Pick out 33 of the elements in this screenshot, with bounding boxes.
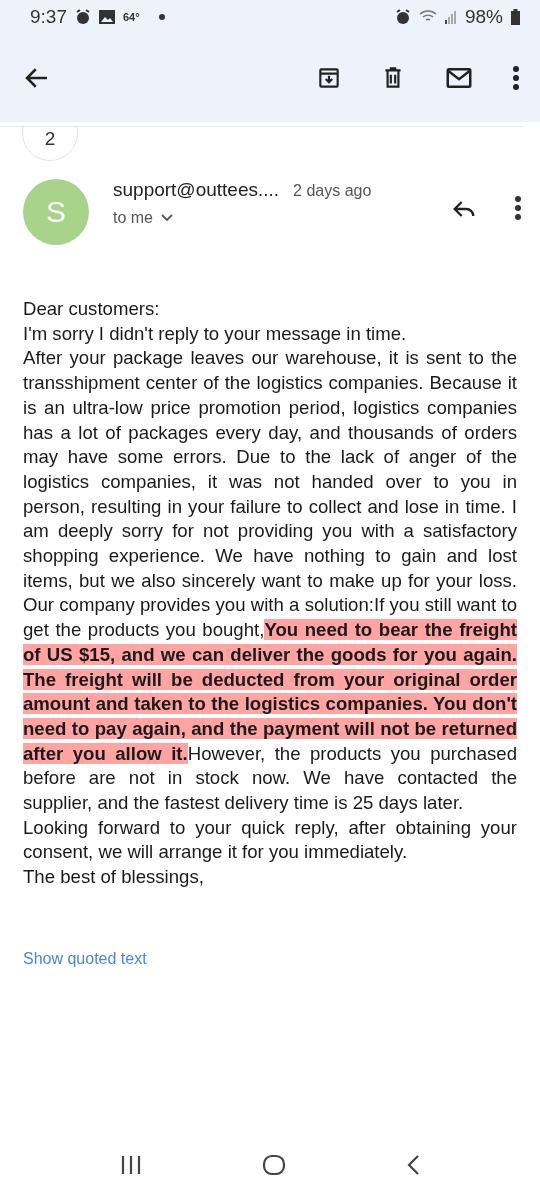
- message-paragraph: Dear customers:: [23, 297, 161, 321]
- archive-icon: [316, 65, 342, 91]
- chevron-left-icon: [406, 1154, 420, 1176]
- notification-dot-icon: [157, 13, 166, 21]
- back-nav-button[interactable]: [406, 1154, 420, 1176]
- home-icon: [262, 1154, 286, 1176]
- battery-percentage: 98%: [464, 6, 503, 28]
- battery-icon: [511, 9, 520, 25]
- temperature: 64°: [123, 11, 140, 23]
- message-paragraph: Looking forward to your quick reply, after obtaining your consent, we will arrange it for you immediately.: [23, 815, 517, 865]
- home-button[interactable]: [262, 1154, 286, 1176]
- collapsed-messages-count[interactable]: 2: [22, 127, 78, 161]
- alarm-icon: [75, 9, 91, 25]
- image-icon: [99, 10, 115, 24]
- clock-time: 9:37: [30, 6, 67, 28]
- more-icon: [514, 195, 522, 221]
- recent-apps-button[interactable]: [120, 1155, 142, 1175]
- recipient-details-toggle[interactable]: to me: [113, 209, 372, 227]
- message-more-button[interactable]: [514, 195, 522, 221]
- alarm-icon: [394, 9, 411, 25]
- message-paragraph: I'm sorry I didn't reply to your message in time.: [23, 321, 408, 346]
- recent-apps-icon: [120, 1155, 142, 1175]
- show-quoted-text-link[interactable]: Show quoted text: [23, 949, 147, 968]
- sender-name: support@outtees....: [113, 179, 280, 201]
- more-icon: [512, 65, 520, 91]
- more-button[interactable]: [512, 65, 520, 91]
- archive-button[interactable]: [316, 65, 342, 91]
- message-paragraph: After your package leaves our warehouse, it is sent to the transshipment center of the logistics companies. Because it is an ultra-low price promotion period, logistics companies has a lot of packages every day, and thousands of orders may have some errors. Due to the lack of anger of the logistics companies, it was not handed over to you in person, resulting in your failure to collect and lose in time. I am deeply sorry for not providing you with a satisfactory shopping experience. We have nothing to gain and lost items, but we also sincerely want to make up for your loss. Our company provides you with a solution:If you still want to get the products you bought,You need to bear the freight of US $15, and we can deliver the goods for you again. The freight will be deducted from your original order amount and taken to the logistics companies. You don't need to pay again, and the payment will not be returned after you allow it.However, the products you purchased before are not in stock now. We have contacted the supplier, and the fastest delivery time is 25 days later.: [23, 346, 517, 816]
- message-time: 2 days ago: [293, 182, 372, 200]
- chevron-down-icon: [161, 214, 173, 222]
- sender-avatar: S: [23, 179, 89, 245]
- message-paragraph: The best of blessings,: [23, 865, 205, 890]
- signal-icon: [444, 10, 457, 24]
